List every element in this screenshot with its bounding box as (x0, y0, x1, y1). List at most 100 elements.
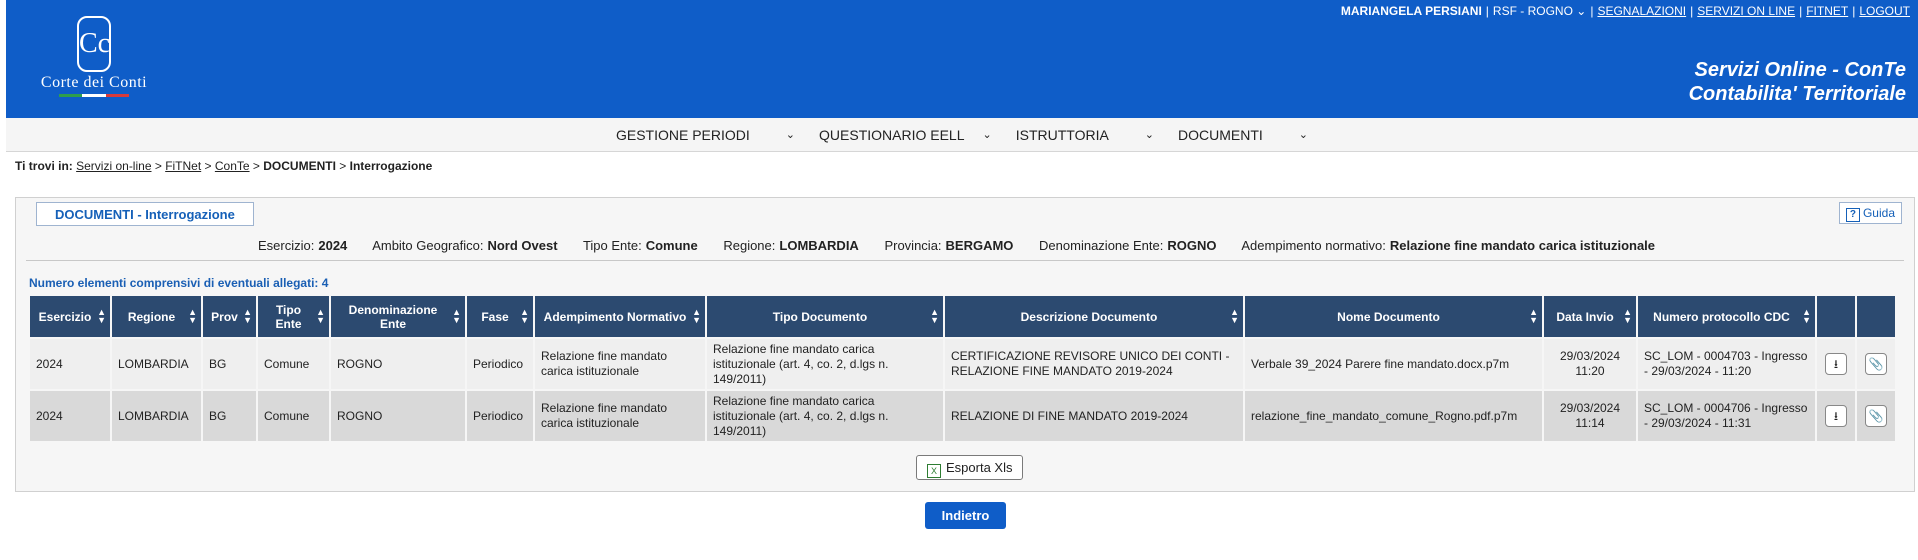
cell-protocollo: SC_LOM - 0004703 - Ingresso - 29/03/2024… (1638, 339, 1815, 389)
export-xls-button[interactable]: X Esporta Xls (916, 455, 1024, 480)
cell-fase: Periodico (467, 339, 533, 389)
cell-adempimento: Relazione fine mandato carica istituzion… (535, 391, 705, 441)
breadcrumb-servizi-on-line[interactable]: Servizi on-line (76, 159, 151, 173)
help-icon: ? (1845, 208, 1860, 222)
cell-tipo-documento: Relazione fine mandato carica istituzion… (707, 339, 943, 389)
chevron-down-icon: ⌄ (1298, 129, 1309, 141)
link-segnalazioni[interactable]: SEGNALAZIONI (1597, 4, 1686, 18)
cell-descrizione: RELAZIONE DI FINE MANDATO 2019-2024 (945, 391, 1243, 441)
breadcrumb: Ti trovi in: Servizi on-line > FiTNet > … (15, 159, 433, 173)
flag-stripe (59, 94, 129, 97)
cell-fase: Periodico (467, 391, 533, 441)
sort-icon: ▲ ▼ (316, 307, 325, 325)
link-fitnet[interactable]: FITNET (1806, 4, 1848, 18)
cell-esercizio: 2024 (30, 391, 110, 441)
breadcrumb-conte[interactable]: ConTe (215, 159, 250, 173)
menu-gestione-periodi[interactable]: GESTIONE PERIODI ⌄ (604, 127, 807, 143)
col-descrizione-documento[interactable]: Descrizione Documento ▲ ▼ (945, 296, 1243, 337)
col-denominazione-ente[interactable]: Denominazione Ente ▲ ▼ (331, 296, 465, 337)
menu-questionario-eell[interactable]: QUESTIONARIO EELL ⌄ (807, 127, 1004, 143)
table-row: 2024 LOMBARDIA BG Comune ROGNO Periodico… (30, 391, 1895, 441)
col-nome-documento[interactable]: Nome Documento ▲ ▼ (1245, 296, 1542, 337)
logo-seal: Cc (77, 16, 111, 72)
col-fase[interactable]: Fase ▲ ▼ (467, 296, 533, 337)
breadcrumb-fitnet[interactable]: FiTNet (165, 159, 201, 173)
col-tipo-ente[interactable]: Tipo Ente ▲ ▼ (258, 296, 329, 337)
app-title-line2: Contabilita' Territoriale (1688, 83, 1906, 105)
cell-regione: LOMBARDIA (112, 339, 201, 389)
sort-icon: ▲ ▼ (1529, 307, 1538, 325)
sort-icon: ▲ ▼ (1623, 307, 1632, 325)
excel-icon: X (927, 464, 941, 478)
app-title-line1: Servizi Online - ConTe (1694, 59, 1906, 81)
download-icon[interactable]: ⭳ (1825, 405, 1847, 427)
cell-data-invio: 29/03/2024 11:14 (1544, 391, 1636, 441)
sort-icon: ▲ ▼ (188, 307, 197, 325)
cell-adempimento: Relazione fine mandato carica istituzion… (535, 339, 705, 389)
cell-prov: BG (203, 391, 256, 441)
col-attachments (1857, 296, 1895, 337)
filter-tipo-ente: Tipo Ente: Comune (582, 238, 698, 253)
filter-denominazione: Denominazione Ente: ROGNO (1039, 238, 1217, 253)
sort-icon: ▲ ▼ (1802, 307, 1811, 325)
menu-documenti[interactable]: DOCUMENTI ⌄ (1166, 127, 1320, 143)
chevron-down-icon: ⌄ (982, 129, 992, 141)
filter-ambito: Ambito Geografico: Nord Ovest (372, 238, 558, 253)
col-download (1817, 296, 1855, 337)
chevron-down-icon: ⌄ (785, 129, 796, 141)
filter-summary: Esercizio: 2024 Ambito Geografico: Nord Ov… (258, 238, 1677, 253)
filter-adempimento: Adempimento normativo: Relazione fine man… (1241, 238, 1656, 253)
col-esercizio[interactable]: Esercizio ▲ ▼ (30, 296, 110, 337)
breadcrumb-interrogazione: Interrogazione (349, 159, 433, 173)
logo-text: Corte dei Conti (40, 74, 148, 91)
download-icon[interactable]: ⭳ (1825, 353, 1847, 375)
panel-title: DOCUMENTI - Interrogazione (36, 202, 254, 226)
link-servizi-on-line[interactable]: SERVIZI ON LINE (1697, 4, 1795, 18)
col-data-invio[interactable]: Data Invio ▲ ▼ (1544, 296, 1636, 337)
sort-icon: ▲ ▼ (692, 307, 701, 325)
results-panel: DOCUMENTI - Interrogazione ? Guida Eserci… (15, 197, 1915, 492)
cell-tipo-ente: Comune (258, 391, 329, 441)
cell-tipo-ente: Comune (258, 339, 329, 389)
col-tipo-documento[interactable]: Tipo Documento ▲ ▼ (707, 296, 943, 337)
attachment-icon[interactable]: 📎 (1865, 353, 1887, 375)
divider (26, 260, 1904, 261)
filter-provincia: Provincia: BERGAMO (884, 238, 1014, 253)
filter-esercizio: Esercizio: 2024 (258, 238, 348, 253)
col-regione[interactable]: Regione ▲ ▼ (112, 296, 201, 337)
sort-icon: ▲ ▼ (520, 307, 529, 325)
cell-denominazione: ROGNO (331, 391, 465, 441)
cell-data-invio: 29/03/2024 11:20 (1544, 339, 1636, 389)
top-user-bar: MARIANGELA PERSIANI | RSF - ROGNO ⌄ | SEGNAL… (1340, 4, 1910, 18)
sort-icon: ▲ ▼ (452, 307, 461, 325)
sort-icon: ▲ ▼ (243, 307, 252, 325)
table-row: 2024 LOMBARDIA BG Comune ROGNO Periodico… (30, 339, 1895, 389)
link-logout[interactable]: LOGOUT (1859, 4, 1910, 18)
cell-prov: BG (203, 339, 256, 389)
app-title: Servizi Online - ConTe Contabilita' Terr… (1689, 58, 1906, 106)
cell-descrizione: CERTIFICAZIONE REVISORE UNICO DEI CONTI … (945, 339, 1243, 389)
corte-dei-conti-logo: Cc Corte dei Conti (24, 16, 164, 106)
chevron-down-icon: ⌄ (1576, 4, 1587, 18)
header: Cc Corte dei Conti MARIANGELA PERSIANI | R… (6, 0, 1918, 118)
menu-istruttoria[interactable]: ISTRUTTORIA ⌄ (1004, 127, 1166, 143)
attachment-icon[interactable]: 📎 (1865, 405, 1887, 427)
cell-esercizio: 2024 (30, 339, 110, 389)
cell-nome-documento: Verbale 39_2024 Parere fine mandato.docx… (1245, 339, 1542, 389)
guide-button[interactable]: ? Guida (1838, 202, 1902, 224)
cell-nome-documento: relazione_fine_mandato_comune_Rogno.pdf.… (1245, 391, 1542, 441)
chevron-down-icon: ⌄ (1144, 129, 1155, 141)
col-numero-protocollo[interactable]: Numero protocollo CDC ▲ ▼ (1638, 296, 1815, 337)
role-selector[interactable]: RSF - ROGNO ⌄ (1493, 4, 1586, 18)
sort-icon: ▲ ▼ (930, 307, 939, 325)
breadcrumb-documenti: DOCUMENTI (263, 159, 336, 173)
documents-table: Esercizio ▲ ▼ Regione ▲ ▼ Prov ▲ ▼ Tipo Ente ▲ ▼… (28, 294, 1897, 443)
sort-icon: ▲ ▼ (97, 307, 106, 325)
cell-denominazione: ROGNO (331, 339, 465, 389)
user-name: MARIANGELA PERSIANI (1340, 4, 1482, 18)
col-prov[interactable]: Prov ▲ ▼ (203, 296, 256, 337)
cell-tipo-documento: Relazione fine mandato carica istituzion… (707, 391, 943, 441)
col-adempimento[interactable]: Adempimento Normativo ▲ ▼ (535, 296, 705, 337)
back-button[interactable]: Indietro (925, 502, 1006, 529)
results-count: Numero elementi comprensivi di eventuali… (29, 276, 329, 290)
